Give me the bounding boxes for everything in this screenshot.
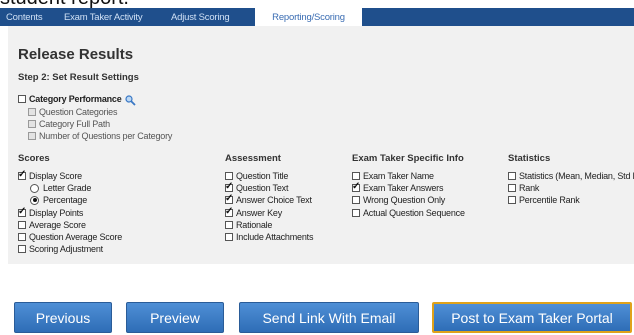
option-label: Percentile Rank xyxy=(519,195,580,205)
category-suboption[interactable]: Number of Questions per Category xyxy=(28,131,172,141)
checkbox[interactable] xyxy=(225,233,233,241)
scores-heading: Scores xyxy=(18,153,50,164)
option-label: Letter Grade xyxy=(43,183,92,193)
checkbox[interactable] xyxy=(225,206,233,217)
option-label: Question Text xyxy=(236,183,289,193)
option-label: Display Points xyxy=(29,208,84,218)
option-label: Answer Choice Text xyxy=(236,195,312,205)
percentage-option[interactable]: Percentage xyxy=(30,195,87,205)
checkbox[interactable] xyxy=(352,196,360,204)
checkbox[interactable] xyxy=(225,181,233,192)
suboption-label: Number of Questions per Category xyxy=(39,131,173,141)
option-label: Answer Key xyxy=(236,208,283,218)
previous-button[interactable]: Previous xyxy=(14,302,112,333)
question-average-score-option[interactable]: Question Average Score xyxy=(18,232,122,242)
suboption-label: Question Categories xyxy=(39,107,118,117)
statistics-heading: Statistics xyxy=(508,153,551,164)
suboption-label: Category Full Path xyxy=(39,119,110,129)
statistics-option[interactable]: Percentile Rank xyxy=(508,195,580,205)
assessment-heading: Assessment xyxy=(225,153,281,164)
checkbox[interactable] xyxy=(28,108,36,116)
tab-adjust-scoring[interactable]: Adjust Scoring xyxy=(165,8,255,26)
category-performance-label: Category Performance xyxy=(29,94,122,104)
option-label: Question Title xyxy=(236,171,289,181)
post-to-portal-button[interactable]: Post to Exam Taker Portal xyxy=(432,302,632,333)
checkbox[interactable] xyxy=(352,181,360,192)
preview-button[interactable]: Preview xyxy=(126,302,224,333)
checkbox[interactable] xyxy=(508,184,516,192)
question-average-score-checkbox[interactable] xyxy=(18,233,26,241)
exam-taker-info-heading: Exam Taker Specific Info xyxy=(352,153,464,164)
option-label: Scoring Adjustment xyxy=(29,244,103,254)
category-performance-option[interactable]: Category Performance xyxy=(18,94,136,106)
send-link-email-button[interactable]: Send Link With Email xyxy=(239,302,419,333)
checkbox[interactable] xyxy=(352,209,360,217)
option-label: Exam Taker Name xyxy=(363,171,434,181)
assessment-option[interactable]: Answer Key xyxy=(225,206,283,218)
display-points-checkbox[interactable] xyxy=(18,206,26,217)
exam-taker-option[interactable]: Exam Taker Name xyxy=(352,171,434,181)
exam-taker-option[interactable]: Exam Taker Answers xyxy=(352,181,444,193)
tab-exam-taker-activity[interactable]: Exam Taker Activity xyxy=(58,8,165,26)
percentage-radio[interactable] xyxy=(30,195,39,205)
category-suboption[interactable]: Question Categories xyxy=(28,107,117,117)
checkbox[interactable] xyxy=(28,120,36,128)
scoring-adjustment-option[interactable]: Scoring Adjustment xyxy=(18,244,103,254)
option-label: Statistics (Mean, Median, Std Dev xyxy=(519,171,634,181)
assessment-option[interactable]: Question Text xyxy=(225,181,289,193)
assessment-option[interactable]: Rationale xyxy=(225,220,272,230)
checkbox[interactable] xyxy=(225,193,233,204)
assessment-option[interactable]: Question Title xyxy=(225,171,288,181)
checkbox[interactable] xyxy=(225,172,233,180)
option-label: Average Score xyxy=(29,220,86,230)
option-label: Rationale xyxy=(236,220,273,230)
checkbox[interactable] xyxy=(508,172,516,180)
scoring-adjustment-checkbox[interactable] xyxy=(18,245,26,253)
letter-grade-radio[interactable] xyxy=(30,183,39,193)
category-performance-checkbox[interactable] xyxy=(18,95,26,103)
exam-taker-option[interactable]: Actual Question Sequence xyxy=(352,208,465,218)
option-label: Include Attachments xyxy=(236,232,314,242)
release-results-panel: Release Results Step 2: Set Result Setti… xyxy=(8,26,634,264)
checkbox[interactable] xyxy=(352,172,360,180)
average-score-checkbox[interactable] xyxy=(18,221,26,229)
display-score-option[interactable]: Display Score xyxy=(18,169,82,181)
page-title: Release Results xyxy=(18,46,134,63)
assessment-option[interactable]: Answer Choice Text xyxy=(225,193,312,205)
option-label: Question Average Score xyxy=(29,232,122,242)
checkbox[interactable] xyxy=(508,196,516,204)
statistics-option[interactable]: Statistics (Mean, Median, Std Dev xyxy=(508,171,634,181)
option-label: Exam Taker Answers xyxy=(363,183,444,193)
tab-reporting-scoring[interactable]: Reporting/Scoring xyxy=(255,8,362,26)
option-label: Display Score xyxy=(29,171,82,181)
option-label: Percentage xyxy=(43,195,88,205)
assessment-option[interactable]: Include Attachments xyxy=(225,232,313,242)
step-heading: Step 2: Set Result Settings xyxy=(18,72,139,83)
statistics-option[interactable]: Rank xyxy=(508,183,539,193)
exam-taker-option[interactable]: Wrong Question Only xyxy=(352,195,445,205)
option-label: Wrong Question Only xyxy=(363,195,446,205)
average-score-option[interactable]: Average Score xyxy=(18,220,86,230)
letter-grade-option[interactable]: Letter Grade xyxy=(30,183,91,193)
category-suboption[interactable]: Category Full Path xyxy=(28,119,110,129)
option-label: Actual Question Sequence xyxy=(363,208,465,218)
option-label: Rank xyxy=(519,183,540,193)
tab-bar: Contents Exam Taker Activity Adjust Scor… xyxy=(0,8,634,26)
checkbox[interactable] xyxy=(225,221,233,229)
magnifier-icon[interactable] xyxy=(124,94,136,106)
tab-contents[interactable]: Contents xyxy=(0,8,58,26)
checkbox[interactable] xyxy=(28,132,36,140)
display-points-option[interactable]: Display Points xyxy=(18,206,84,218)
display-score-checkbox[interactable] xyxy=(18,169,26,180)
